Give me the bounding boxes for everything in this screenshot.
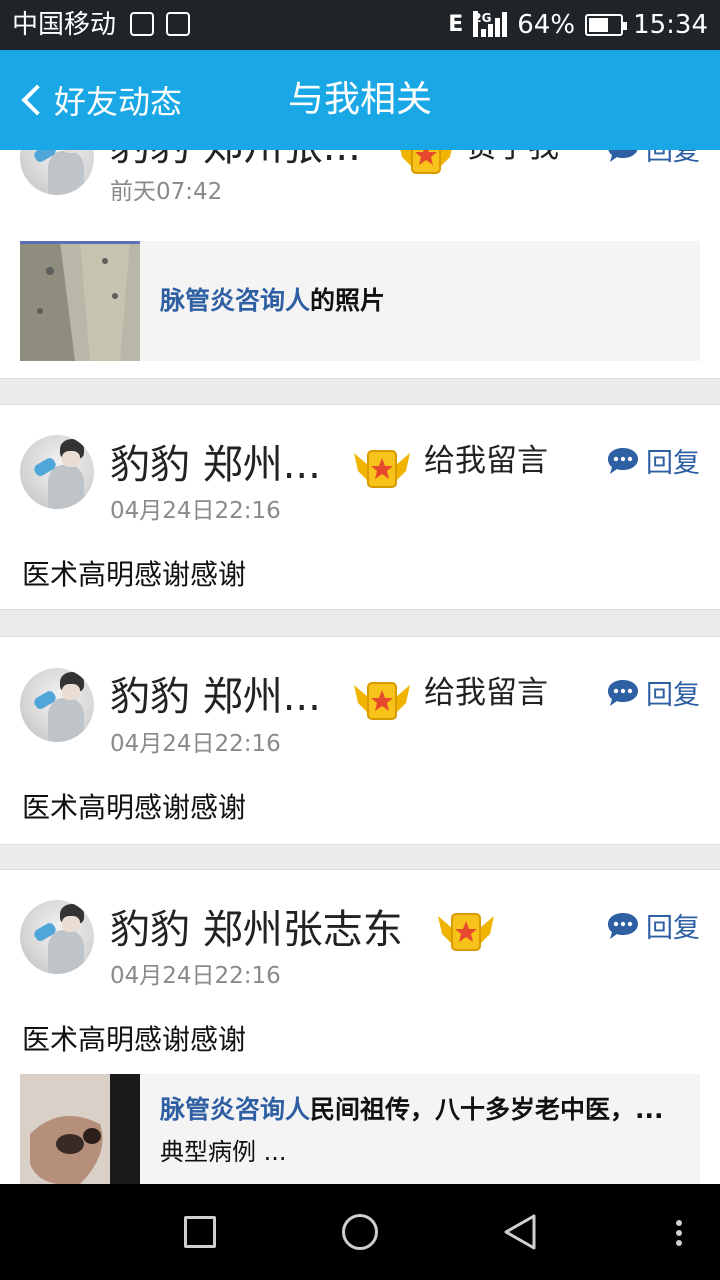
shared-photo-card[interactable]: 脉管炎咨询人的照片 [20,241,700,361]
chat-bubble-icon [608,679,638,706]
timestamp: 04月24日22:16 [110,963,281,989]
feed-card: 豹豹 郑州张志东 回复 04月24日22:16 医术高明感谢感谢 脉管炎咨询人民… [0,869,720,1184]
square-icon[interactable] [184,1216,216,1248]
feed-card: 豹豹 郑州... 给我留言 回复 04月24日22:16 医术高明感谢感谢 [0,636,720,845]
timestamp: 前天07:42 [110,179,223,205]
image-notification-icon [130,12,154,36]
clock: 15:34 [633,10,708,40]
chat-bubble-icon [608,912,638,939]
network-type-label: E [448,12,464,37]
avatar[interactable] [20,900,94,974]
article-thumbnail [20,1074,140,1184]
photo-thumbnail [20,241,140,361]
reply-button[interactable]: 回复 [606,906,700,945]
status-right: E 2G 64% 15:34 [448,8,708,42]
system-nav-bar [0,1184,720,1280]
timestamp: 04月24日22:16 [110,731,281,757]
signal-icon: 2G [473,11,508,39]
user-name[interactable]: 豹豹 郑州... [110,441,321,489]
battery-percent: 64% [517,10,576,40]
nav-bar: 好友动态 与我相关 [0,50,720,150]
battery-icon [585,14,628,36]
download-notification-icon [166,12,190,36]
share-author-link[interactable]: 脉管炎咨询人 [160,286,310,315]
network-gen-label: 2G [473,11,491,37]
feed-list[interactable]: 豹豹 郑州张... 赞了我 回复 前天07:42 [0,150,720,1184]
reply-label: 回复 [646,913,700,944]
action-label: 赞了我 [466,150,559,167]
action-label: 给我留言 [424,675,548,711]
shared-article-card[interactable]: 脉管炎咨询人民间祖传，八十多岁老中医，... 典型病例 ... [20,1074,700,1184]
reply-button[interactable]: 回复 [606,673,700,712]
share-text: 民间祖传，八十多岁老中医，... [310,1095,664,1124]
message-content: 医术高明感谢感谢 [22,791,247,824]
action-label: 给我留言 [424,443,548,479]
battery-fill [589,18,609,32]
status-bar: 中国移动 E 2G 64% 15:34 [0,0,720,50]
share-description: 脉管炎咨询人的照片 [160,283,385,319]
reply-button[interactable]: 回复 [606,441,700,480]
timestamp: 04月24日22:16 [110,498,281,524]
page-title: 与我相关 [287,79,432,120]
circle-icon[interactable] [342,1214,378,1250]
chat-bubble-icon [608,150,638,162]
vip-crown-badge-icon [400,150,452,174]
message-content: 医术高明感谢感谢 [22,558,247,591]
user-name[interactable]: 豹豹 郑州张志东 [110,906,403,954]
share-description: 脉管炎咨询人民间祖传，八十多岁老中医，... [160,1092,664,1128]
reply-button[interactable]: 回复 [606,150,700,168]
feed-card: 豹豹 郑州... 给我留言 回复 04月24日22:16 医术高明感谢感谢 [0,404,720,610]
vip-crown-badge-icon [354,450,410,488]
feed-card: 豹豹 郑州张... 赞了我 回复 前天07:42 [0,150,720,379]
user-name[interactable]: 豹豹 郑州... [110,673,321,721]
reply-label: 回复 [646,680,700,711]
carrier-label: 中国移动 [12,10,117,40]
reply-label: 回复 [646,448,700,479]
user-name[interactable]: 豹豹 郑州张... [110,150,361,171]
vip-crown-badge-icon [354,682,410,720]
avatar[interactable] [20,435,94,509]
avatar[interactable] [20,668,94,742]
avatar[interactable] [20,150,94,195]
message-content: 医术高明感谢感谢 [22,1023,247,1056]
more-dots-icon[interactable] [676,1220,684,1250]
share-text: 的照片 [310,286,386,315]
triangle-back-icon[interactable] [500,1212,540,1252]
reply-label: 回复 [646,150,700,167]
share-subtitle: 典型病例 ... [160,1138,287,1166]
share-author-link[interactable]: 脉管炎咨询人 [160,1095,310,1124]
chat-bubble-icon [608,447,638,474]
vip-crown-badge-icon [438,913,494,951]
